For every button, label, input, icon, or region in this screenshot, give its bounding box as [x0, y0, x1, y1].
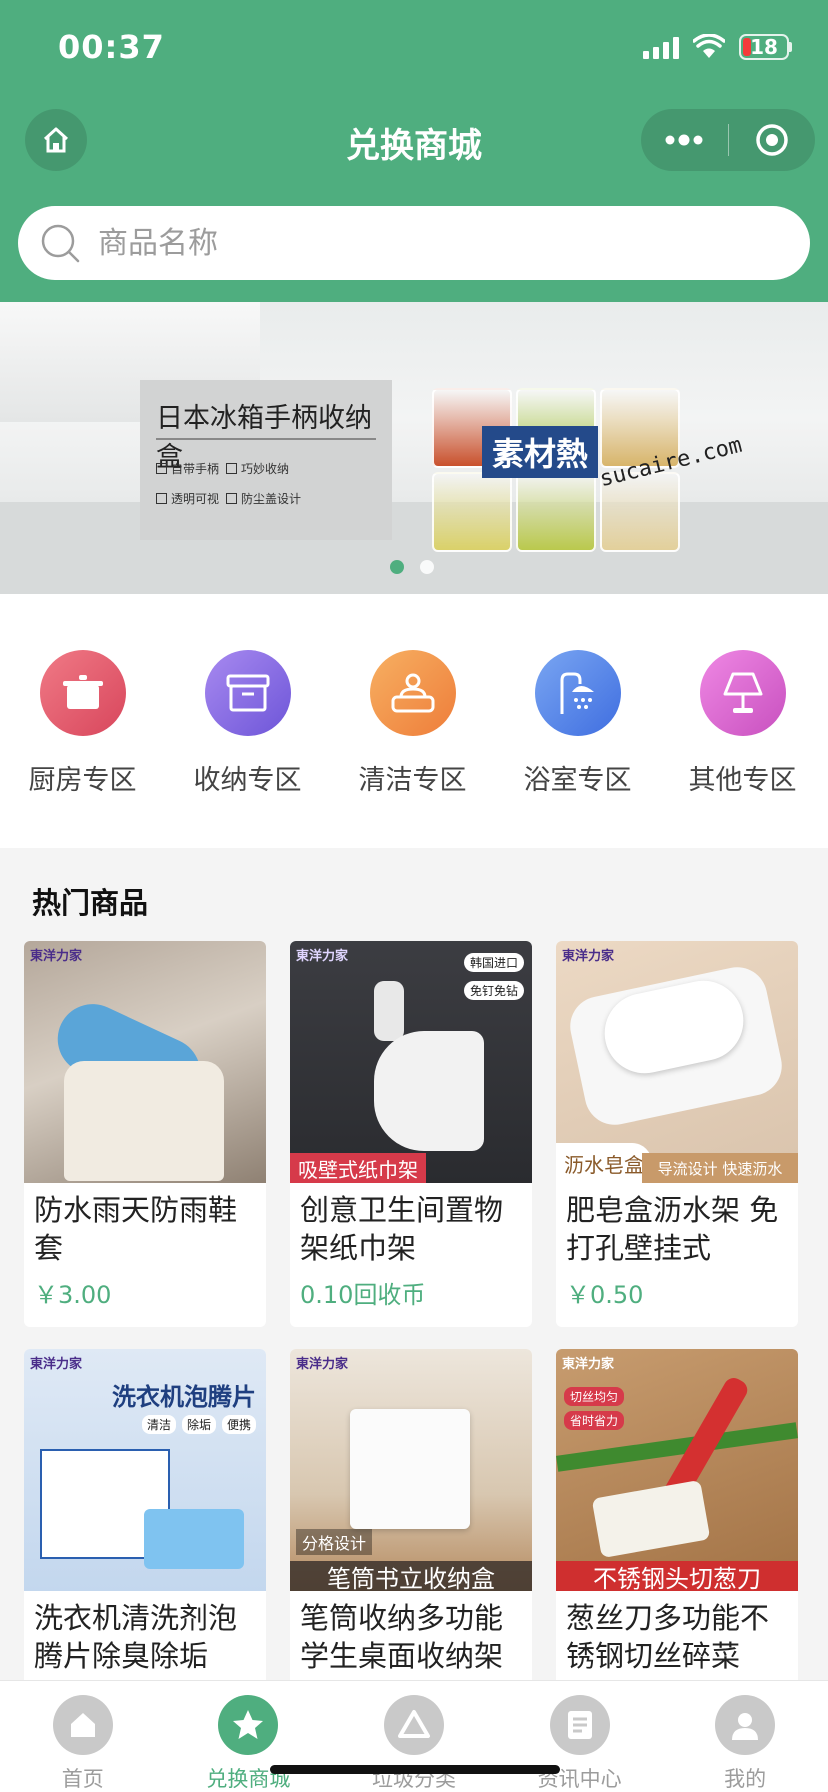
tab-exchange-mall[interactable]: 兑换商城: [166, 1681, 332, 1792]
carousel-dot[interactable]: [420, 560, 434, 574]
tab-mine[interactable]: 我的: [662, 1681, 828, 1792]
product-name: 葱丝刀多功能不锈钢切丝碎菜: [566, 1601, 770, 1673]
product-side-tag: 韩国进口: [463, 953, 524, 972]
more-dots-icon: [665, 134, 703, 146]
banner-carousel[interactable]: 日本冰箱手柄收纳盒 自带手柄 巧妙收纳 透明可视 防尘盖设计 素材熱 sucai…: [0, 302, 828, 594]
category-kitchen[interactable]: 厨房专区: [0, 650, 165, 797]
product-name: 洗衣机清洗剂泡腾片除臭除垢: [34, 1601, 238, 1673]
status-time: 00:37: [58, 28, 165, 66]
category-other[interactable]: 其他专区: [660, 650, 825, 797]
battery-icon: 18: [739, 34, 792, 60]
product-tag: 不锈钢头切葱刀: [556, 1561, 798, 1591]
tab-home[interactable]: 首页: [0, 1681, 166, 1792]
product-sub-tags: 清洁 除垢 便携: [141, 1415, 256, 1434]
category-storage[interactable]: 收纳专区: [165, 650, 330, 797]
close-mini-program-button[interactable]: [729, 109, 816, 171]
product-name: 肥皂盒沥水架 免打孔壁挂式: [566, 1193, 779, 1265]
product-tag-extra: 导流设计 快速沥水: [642, 1153, 798, 1183]
brand-label: 東洋力家: [562, 949, 615, 964]
brand-label: 東洋力家: [562, 1357, 615, 1372]
tab-label: 我的: [724, 1767, 767, 1791]
star-icon: [218, 1695, 279, 1755]
banner-feature: 自带手柄: [156, 460, 219, 477]
category-grid: 厨房专区 收纳专区 清洁专区 浴室专区 其他专区: [0, 594, 828, 848]
category-bathroom[interactable]: 浴室专区: [495, 650, 660, 797]
brand-label: 東洋力家: [30, 949, 83, 964]
home-icon: [52, 1695, 113, 1755]
product-image: 東洋力家 分格设计 笔筒书立收纳盒: [290, 1349, 532, 1591]
product-tag: 沥水皂盒: [556, 1143, 652, 1183]
carousel-dot[interactable]: [390, 560, 404, 574]
product-side-tag: 免钉免钻: [463, 981, 524, 1000]
header: 00:37 18 兑换商城: [0, 0, 828, 302]
product-tag-small: 分格设计: [296, 1529, 373, 1555]
brand-label: 東洋力家: [296, 949, 349, 964]
product-image: 東洋力家 韩国进口 免钉免钻 吸壁式纸巾架: [290, 941, 532, 1183]
product-card[interactable]: 東洋力家 洗衣机泡腾片 清洁 除垢 便携 洗衣机清洗剂泡腾片除臭除垢: [24, 1349, 266, 1689]
cleaning-icon: [369, 650, 456, 736]
carousel-indicator: [390, 560, 434, 574]
product-tag: 吸壁式纸巾架: [290, 1153, 426, 1183]
banner-feature: 防尘盖设计: [226, 490, 301, 507]
mini-program-capsule: [641, 109, 815, 171]
search-input[interactable]: [98, 225, 698, 261]
banner-feature: 巧妙收纳: [226, 460, 289, 477]
product-name: 笔筒收纳多功能学生桌面收纳架: [300, 1601, 504, 1673]
brand-label: 東洋力家: [296, 1357, 349, 1372]
product-name: 创意卫生间置物架纸巾架: [300, 1193, 504, 1265]
banner-feature: 透明可视: [156, 490, 219, 507]
pot-icon: [39, 650, 126, 736]
product-price: 0.10回收币: [300, 1281, 426, 1309]
category-label: 其他专区: [688, 765, 797, 796]
product-headline: 洗衣机泡腾片: [112, 1383, 256, 1411]
product-card[interactable]: 東洋力家 韩国进口 免钉免钻 吸壁式纸巾架 创意卫生间置物架纸巾架 0.10回收…: [290, 941, 532, 1327]
banner-text-card: 日本冰箱手柄收纳盒 自带手柄 巧妙收纳 透明可视 防尘盖设计: [140, 380, 392, 540]
product-side-tag: 切丝均匀: [564, 1387, 625, 1406]
status-icons: 18: [643, 34, 792, 60]
wifi-icon: [693, 34, 725, 58]
home-indicator[interactable]: [270, 1765, 560, 1774]
brand-label: 東洋力家: [30, 1357, 83, 1372]
product-side-tag: 省时省力: [564, 1411, 625, 1430]
tab-label: 首页: [61, 1767, 104, 1791]
product-card[interactable]: 東洋力家 切丝均匀 省时省力 不锈钢头切葱刀 葱丝刀多功能不锈钢切丝碎菜: [556, 1349, 798, 1689]
search-icon: [41, 224, 80, 263]
user-icon: [715, 1695, 776, 1755]
category-label: 清洁专区: [358, 765, 467, 796]
status-bar: 00:37 18: [0, 0, 828, 100]
product-image: 東洋力家 洗衣机泡腾片 清洁 除垢 便携: [24, 1349, 266, 1591]
product-image: 東洋力家: [24, 941, 266, 1183]
category-label: 收纳专区: [193, 765, 302, 796]
product-card[interactable]: 東洋力家 沥水皂盒 导流设计 快速沥水 肥皂盒沥水架 免打孔壁挂式 ￥0.50: [556, 941, 798, 1327]
storage-box-icon: [204, 650, 291, 736]
watermark-logo: 素材熱: [482, 426, 598, 478]
category-label: 浴室专区: [523, 765, 632, 796]
search-bar[interactable]: [18, 206, 810, 280]
tab-news-center[interactable]: 资讯中心: [497, 1681, 663, 1792]
banner-divider: [156, 438, 376, 440]
product-name: 防水雨天防雨鞋套: [34, 1193, 238, 1265]
product-image: 東洋力家 沥水皂盒 导流设计 快速沥水: [556, 941, 798, 1183]
category-label: 厨房专区: [28, 765, 137, 796]
product-image: 東洋力家 切丝均匀 省时省力 不锈钢头切葱刀: [556, 1349, 798, 1591]
bottom-tab-bar: 首页 兑换商城 垃圾分类 资讯中心 我的: [0, 1680, 828, 1792]
more-button[interactable]: [641, 109, 728, 171]
target-icon: [756, 124, 788, 156]
section-title: 热门商品: [32, 886, 149, 920]
product-price: ￥0.50: [566, 1281, 644, 1309]
product-price: ￥3.00: [34, 1281, 112, 1309]
battery-level: 18: [750, 35, 778, 59]
banner-counter-surface: [0, 502, 828, 594]
product-tag: 笔筒书立收纳盒: [290, 1561, 532, 1591]
lamp-icon: [699, 650, 786, 736]
category-cleaning[interactable]: 清洁专区: [330, 650, 495, 797]
tab-waste-sorting[interactable]: 垃圾分类: [331, 1681, 497, 1792]
news-icon: [549, 1695, 610, 1755]
signal-icon: [643, 35, 679, 59]
recycle-icon: [383, 1695, 444, 1755]
product-card[interactable]: 東洋力家 防水雨天防雨鞋套 ￥3.00: [24, 941, 266, 1327]
shower-icon: [534, 650, 621, 736]
product-card[interactable]: 東洋力家 分格设计 笔筒书立收纳盒 笔筒收纳多功能学生桌面收纳架: [290, 1349, 532, 1689]
